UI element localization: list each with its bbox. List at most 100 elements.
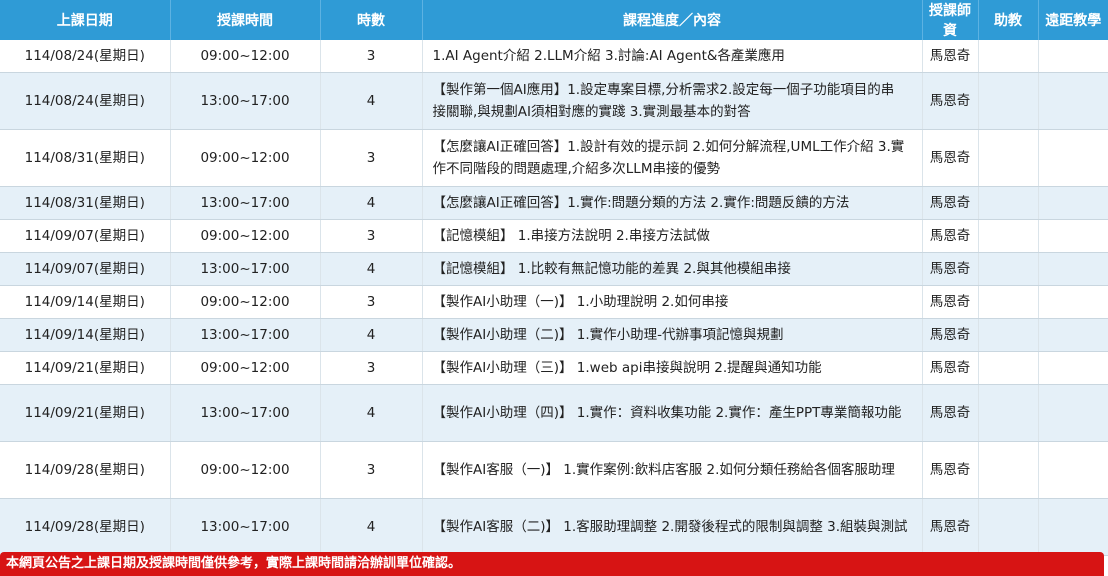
cell-remote [1038, 186, 1108, 220]
cell-hours: 4 [320, 498, 423, 556]
cell-teacher: 馬恩奇 [922, 129, 979, 187]
cell-date: 114/08/31(星期日) [0, 186, 171, 220]
header-time: 授課時間 [170, 0, 321, 40]
cell-hours: 3 [320, 129, 423, 187]
cell-time: 13:00~17:00 [170, 72, 321, 130]
cell-content: 【製作AI小助理（四)】 1.實作：資料收集功能 2.實作：產生PPT專業簡報功… [422, 384, 923, 442]
cell-teacher: 馬恩奇 [922, 40, 979, 73]
cell-date: 114/08/24(星期日) [0, 40, 171, 73]
cell-remote [1038, 318, 1108, 352]
cell-remote [1038, 72, 1108, 130]
cell-content: 【製作AI客服（一)】 1.實作案例:飲料店客服 2.如何分類任務給各個客服助理 [422, 441, 923, 499]
cell-date: 114/09/28(星期日) [0, 498, 171, 556]
cell-date: 114/09/21(星期日) [0, 351, 171, 385]
header-date: 上課日期 [0, 0, 171, 40]
cell-assistant [978, 186, 1039, 220]
cell-assistant [978, 252, 1039, 286]
table-row: 114/09/14(星期日) 13:00~17:00 4 【製作AI小助理（二)… [0, 318, 1108, 352]
table-row: 114/09/07(星期日) 13:00~17:00 4 【記憶模組】 1.比較… [0, 252, 1108, 286]
cell-time: 13:00~17:00 [170, 186, 321, 220]
cell-teacher: 馬恩奇 [922, 498, 979, 556]
cell-date: 114/08/24(星期日) [0, 72, 171, 130]
cell-content: 【怎麼讓AI正確回答】1.實作:問題分類的方法 2.實作:問題反饋的方法 [422, 186, 923, 220]
schedule-disclaimer-banner: 本網頁公告之上課日期及授課時間僅供參考，實際上課時間請洽辦訓單位確認。 [0, 552, 1104, 576]
cell-assistant [978, 72, 1039, 130]
cell-remote [1038, 285, 1108, 319]
table-row: 114/09/21(星期日) 13:00~17:00 4 【製作AI小助理（四)… [0, 384, 1108, 442]
cell-assistant [978, 318, 1039, 352]
cell-time: 09:00~12:00 [170, 129, 321, 187]
cell-hours: 3 [320, 40, 423, 73]
cell-remote [1038, 441, 1108, 499]
cell-date: 114/09/14(星期日) [0, 318, 171, 352]
cell-content: 【製作AI小助理（一)】 1.小助理說明 2.如何串接 [422, 285, 923, 319]
cell-assistant [978, 498, 1039, 556]
cell-remote [1038, 129, 1108, 187]
cell-time: 09:00~12:00 [170, 285, 321, 319]
cell-content: 【記憶模組】 1.串接方法說明 2.串接方法試做 [422, 219, 923, 253]
cell-hours: 4 [320, 72, 423, 130]
cell-assistant [978, 351, 1039, 385]
cell-time: 09:00~12:00 [170, 441, 321, 499]
cell-time: 13:00~17:00 [170, 384, 321, 442]
cell-remote [1038, 219, 1108, 253]
cell-assistant [978, 441, 1039, 499]
cell-assistant [978, 285, 1039, 319]
header-remote: 遠距教學 [1038, 0, 1108, 40]
cell-hours: 3 [320, 285, 423, 319]
cell-time: 13:00~17:00 [170, 318, 321, 352]
cell-hours: 4 [320, 384, 423, 442]
cell-assistant [978, 129, 1039, 187]
table-row: 114/09/07(星期日) 09:00~12:00 3 【記憶模組】 1.串接… [0, 219, 1108, 253]
cell-content: 【記憶模組】 1.比較有無記憶功能的差異 2.與其他模組串接 [422, 252, 923, 286]
cell-teacher: 馬恩奇 [922, 441, 979, 499]
cell-time: 09:00~12:00 [170, 351, 321, 385]
cell-content: 【製作第一個AI應用】1.設定專案目標,分析需求2.設定每一個子功能項目的串接關… [422, 72, 923, 130]
cell-time: 13:00~17:00 [170, 252, 321, 286]
cell-hours: 4 [320, 186, 423, 220]
table-row: 114/08/24(星期日) 13:00~17:00 4 【製作第一個AI應用】… [0, 72, 1108, 130]
cell-teacher: 馬恩奇 [922, 351, 979, 385]
cell-assistant [978, 384, 1039, 442]
table-row: 114/08/24(星期日) 09:00~12:00 3 1.AI Agent介… [0, 40, 1108, 73]
cell-time: 13:00~17:00 [170, 498, 321, 556]
cell-date: 114/09/14(星期日) [0, 285, 171, 319]
cell-remote [1038, 252, 1108, 286]
cell-teacher: 馬恩奇 [922, 186, 979, 220]
cell-date: 114/09/07(星期日) [0, 219, 171, 253]
cell-teacher: 馬恩奇 [922, 318, 979, 352]
cell-hours: 4 [320, 318, 423, 352]
cell-hours: 3 [320, 351, 423, 385]
table-row: 114/09/21(星期日) 09:00~12:00 3 【製作AI小助理（三)… [0, 351, 1108, 385]
cell-date: 114/09/07(星期日) [0, 252, 171, 286]
cell-teacher: 馬恩奇 [922, 219, 979, 253]
cell-content: 【怎麼讓AI正確回答】1.設計有效的提示詞 2.如何分解流程,UML工作介紹 3… [422, 129, 923, 187]
cell-remote [1038, 351, 1108, 385]
cell-hours: 3 [320, 219, 423, 253]
cell-content: 【製作AI客服（二)】 1.客服助理調整 2.開發後程式的限制與調整 3.組裝與… [422, 498, 923, 556]
cell-remote [1038, 498, 1108, 556]
table-row: 114/08/31(星期日) 09:00~12:00 3 【怎麼讓AI正確回答】… [0, 129, 1108, 187]
cell-date: 114/08/31(星期日) [0, 129, 171, 187]
table-row: 114/09/28(星期日) 13:00~17:00 4 【製作AI客服（二)】… [0, 498, 1108, 556]
cell-hours: 4 [320, 252, 423, 286]
table-row: 114/09/28(星期日) 09:00~12:00 3 【製作AI客服（一)】… [0, 441, 1108, 499]
cell-date: 114/09/21(星期日) [0, 384, 171, 442]
cell-teacher: 馬恩奇 [922, 252, 979, 286]
cell-teacher: 馬恩奇 [922, 72, 979, 130]
table-header-row: 上課日期 授課時間 時數 課程進度／內容 授課師資 助教 遠距教學 [0, 0, 1108, 40]
cell-time: 09:00~12:00 [170, 40, 321, 73]
cell-teacher: 馬恩奇 [922, 285, 979, 319]
cell-content: 【製作AI小助理（二)】 1.實作小助理-代辦事項記憶與規劃 [422, 318, 923, 352]
cell-content: 【製作AI小助理（三)】 1.web api串接與說明 2.提醒與通知功能 [422, 351, 923, 385]
table-row: 114/09/14(星期日) 09:00~12:00 3 【製作AI小助理（一)… [0, 285, 1108, 319]
cell-remote [1038, 384, 1108, 442]
cell-date: 114/09/28(星期日) [0, 441, 171, 499]
course-schedule-table: 上課日期 授課時間 時數 課程進度／內容 授課師資 助教 遠距教學 114/08… [0, 0, 1108, 556]
table-row: 114/08/31(星期日) 13:00~17:00 4 【怎麼讓AI正確回答】… [0, 186, 1108, 220]
cell-content: 1.AI Agent介紹 2.LLM介紹 3.討論:AI Agent&各產業應用 [422, 40, 923, 73]
cell-assistant [978, 40, 1039, 73]
header-content: 課程進度／內容 [422, 0, 923, 40]
cell-time: 09:00~12:00 [170, 219, 321, 253]
cell-teacher: 馬恩奇 [922, 384, 979, 442]
